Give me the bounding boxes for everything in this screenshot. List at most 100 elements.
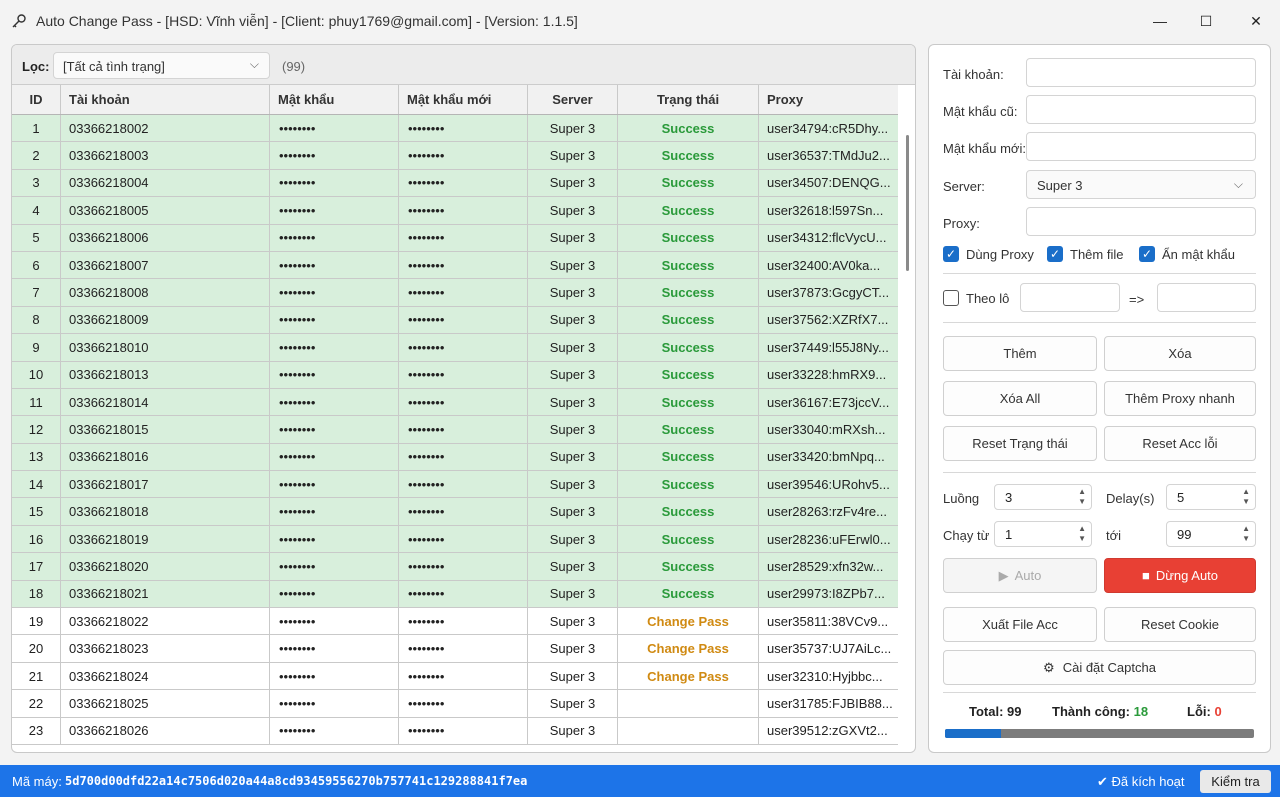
title-bar: Auto Change Pass - [HSD: Vĩnh viễn] - [C… [0, 0, 1280, 42]
checkbox-box [943, 290, 959, 306]
table-row[interactable]: 10 03366218013 •••••••• •••••••• Super 3 Succ… [12, 361, 898, 389]
cell-new-password: •••••••• [399, 115, 528, 142]
table-scrollbar[interactable] [900, 115, 914, 752]
threads-stepper[interactable]: 3 ▲ ▼ [994, 484, 1092, 510]
control-panel: Tài khoản: Mật khẩu cũ: Mật khẩu mới: Se… [928, 44, 1271, 753]
success-value: 18 [1133, 704, 1149, 719]
cell-proxy: user28529:xfn32w... [767, 558, 884, 574]
captcha-settings-button[interactable]: ⚙ Cài đặt Captcha [943, 650, 1256, 685]
table-row[interactable]: 6 03366218007 •••••••• •••••••• Super 3 Succe… [12, 251, 898, 280]
cell-proxy: user34794:cR5Dhy... [767, 120, 889, 136]
cell-proxy: user39546:URohv5... [767, 476, 890, 492]
batch-from-input[interactable] [1020, 283, 1120, 312]
cell-new-password: •••••••• [399, 525, 528, 553]
table-row[interactable]: 20 03366218023 •••••••• •••••••• Super 3 Chan… [12, 635, 898, 663]
cell-id: 5 [12, 224, 61, 251]
activation-status: ✔ Đã kích hoạt [1097, 774, 1185, 790]
batch-checkbox[interactable]: Theo lô [943, 290, 1009, 306]
total-value: 99 [1007, 704, 1022, 719]
table-row[interactable]: 1 03366218002 •••••••• •••••••• Super 3 Succe… [12, 115, 898, 143]
table-row[interactable]: 17 03366218020 •••••••• •••••••• Super 3 Succ… [12, 553, 898, 581]
cell-password: •••••••• [270, 224, 399, 251]
close-button[interactable]: ✕ [1233, 0, 1279, 42]
table-row[interactable]: 16 03366218019 •••••••• •••••••• Super 3 Succ… [12, 525, 898, 554]
minimize-button[interactable]: — [1137, 0, 1183, 42]
table-row[interactable]: 19 03366218022 •••••••• •••••••• Super 3 Chan… [12, 608, 898, 636]
delete-all-button[interactable]: Xóa All [943, 381, 1097, 416]
stepper-arrows-icon[interactable]: ▲ ▼ [1078, 524, 1086, 544]
table-row[interactable]: 7 03366218008 •••••••• •••••••• Super 3 Succe… [12, 279, 898, 307]
header-id[interactable]: ID [12, 85, 61, 114]
table-row[interactable]: 9 03366218010 •••••••• •••••••• Super 3 Succe… [12, 334, 898, 362]
server-dropdown[interactable]: Super 3 ⌵ [1026, 170, 1256, 199]
table-row[interactable]: 12 03366218015 •••••••• •••••••• Super 3 Succ… [12, 416, 898, 444]
cell-id: 3 [12, 169, 61, 197]
cell-server: Super 3 [528, 416, 618, 443]
table-row[interactable]: 4 03366218005 •••••••• •••••••• Super 3 Succe… [12, 197, 898, 225]
proxy-input[interactable] [1026, 207, 1256, 236]
filter-label: Lọc: [22, 59, 50, 74]
use-proxy-checkbox[interactable]: ✓ Dùng Proxy [943, 246, 1034, 262]
progress-bar [945, 729, 1254, 738]
cell-account: 03366218009 [61, 306, 270, 334]
table-row[interactable]: 15 03366218018 •••••••• •••••••• Super 3 Succ… [12, 498, 898, 526]
stepper-arrows-icon[interactable]: ▲ ▼ [1242, 487, 1250, 507]
table-row[interactable]: 14 03366218017 •••••••• •••••••• Super 3 Succ… [12, 471, 898, 499]
old-password-input[interactable] [1026, 95, 1256, 124]
table-row[interactable]: 22 03366218025 •••••••• •••••••• Super 3 user… [12, 690, 898, 718]
stepper-arrows-icon[interactable]: ▲ ▼ [1242, 524, 1250, 544]
auto-button[interactable]: ▶ Auto [943, 558, 1097, 593]
maximize-button[interactable]: ☐ [1183, 0, 1229, 42]
table-row[interactable]: 5 03366218006 •••••••• •••••••• Super 3 Succe… [12, 224, 898, 252]
run-from-stepper[interactable]: 1 ▲ ▼ [994, 521, 1092, 547]
header-password[interactable]: Mật khẩu [270, 85, 399, 114]
status-filter-dropdown[interactable]: [Tất cả tình trạng] ⌵ [53, 52, 270, 79]
run-to-value: 99 [1177, 527, 1192, 542]
hide-password-checkbox[interactable]: ✓ Ẩn mật khẩu [1139, 246, 1235, 262]
scrollbar-thumb[interactable] [906, 135, 909, 271]
accounts-table: ID Tài khoản Mật khẩu Mật khẩu mới Serve… [12, 85, 898, 745]
stepper-arrows-icon[interactable]: ▲ ▼ [1078, 487, 1086, 507]
batch-to-input[interactable] [1157, 283, 1256, 312]
cell-account: 03366218018 [61, 498, 270, 525]
cell-id: 1 [12, 115, 61, 142]
table-row[interactable]: 2 03366218003 •••••••• •••••••• Super 3 Succe… [12, 142, 898, 170]
cell-status: Success [618, 525, 759, 553]
header-proxy[interactable]: Proxy [759, 85, 898, 114]
add-file-label: Thêm file [1070, 246, 1124, 262]
header-new-password[interactable]: Mật khẩu mới [399, 85, 528, 114]
delete-button[interactable]: Xóa [1104, 336, 1256, 371]
table-row[interactable]: 21 03366218024 •••••••• •••••••• Super 3 Chan… [12, 662, 898, 691]
table-row[interactable]: 13 03366218016 •••••••• •••••••• Super 3 Succ… [12, 443, 898, 472]
table-row[interactable]: 8 03366218009 •••••••• •••••••• Super 3 Succe… [12, 306, 898, 335]
cell-proxy: user33420:bmNpq... [767, 449, 885, 465]
table-row[interactable]: 18 03366218021 •••••••• •••••••• Super 3 Succ… [12, 580, 898, 609]
table-row[interactable]: 11 03366218014 •••••••• •••••••• Super 3 Succ… [12, 388, 898, 417]
new-password-input[interactable] [1026, 132, 1256, 161]
account-input[interactable] [1026, 58, 1256, 87]
header-server[interactable]: Server [528, 85, 618, 114]
export-accounts-button[interactable]: Xuất File Acc [943, 607, 1097, 642]
reset-cookie-button[interactable]: Reset Cookie [1104, 607, 1256, 642]
table-row[interactable]: 23 03366218026 •••••••• •••••••• Super 3 user… [12, 717, 898, 745]
cell-password: •••••••• [270, 717, 399, 744]
header-status[interactable]: Trạng thái [618, 85, 759, 114]
reset-status-button[interactable]: Reset Trạng thái [943, 426, 1097, 461]
cell-password: •••••••• [270, 251, 399, 279]
window-title: Auto Change Pass - [HSD: Vĩnh viễn] - [C… [36, 13, 578, 29]
cell-status: Success [618, 443, 759, 471]
account-count: (99) [282, 59, 306, 74]
run-to-stepper[interactable]: 99 ▲ ▼ [1166, 521, 1256, 547]
reset-error-accounts-button[interactable]: Reset Acc lỗi [1104, 426, 1256, 461]
cell-status: Success [618, 251, 759, 279]
cell-account: 03366218026 [61, 717, 270, 744]
table-row[interactable]: 3 03366218004 •••••••• •••••••• Super 3 Succe… [12, 169, 898, 198]
check-license-button[interactable]: Kiểm tra [1200, 770, 1271, 793]
stop-auto-button[interactable]: ■ Dừng Auto [1104, 558, 1256, 593]
cell-server: Super 3 [528, 279, 618, 306]
add-button[interactable]: Thêm [943, 336, 1097, 371]
delay-stepper[interactable]: 5 ▲ ▼ [1166, 484, 1256, 510]
add-file-checkbox[interactable]: ✓ Thêm file [1047, 246, 1123, 262]
header-account[interactable]: Tài khoản [61, 85, 270, 114]
add-proxy-fast-button[interactable]: Thêm Proxy nhanh [1104, 381, 1256, 416]
